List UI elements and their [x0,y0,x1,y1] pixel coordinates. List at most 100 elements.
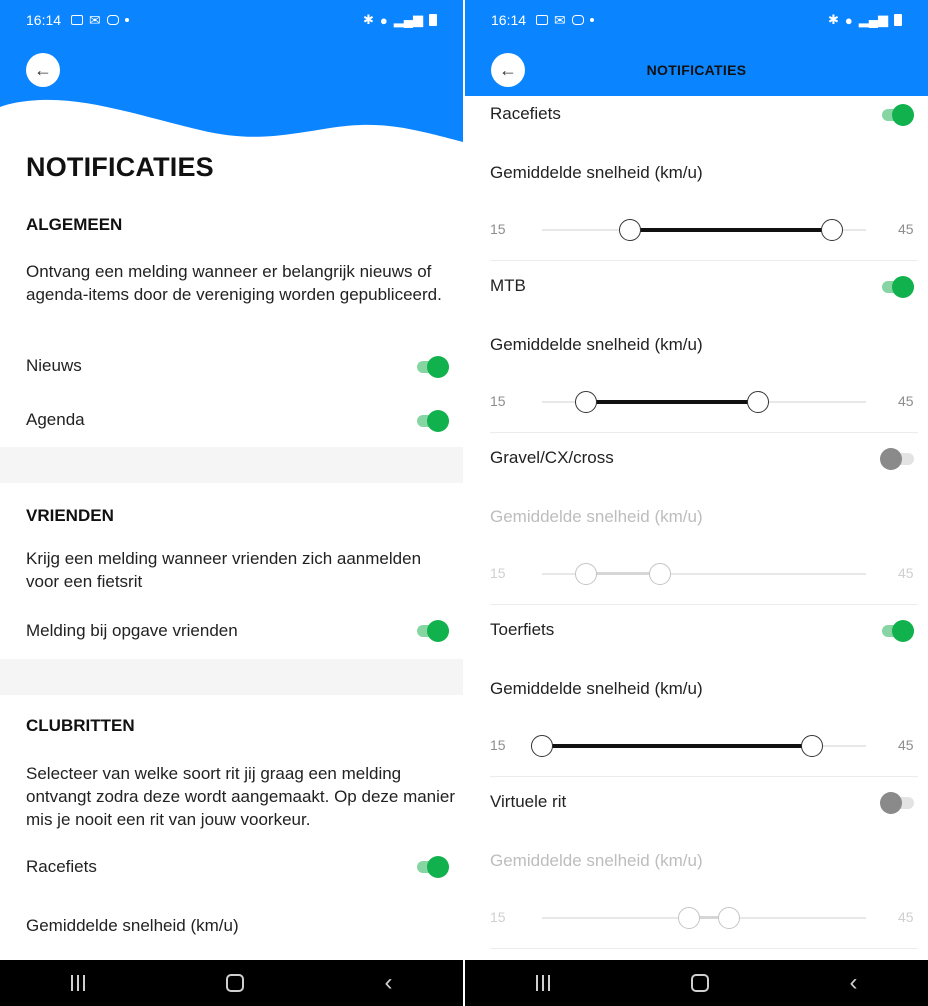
battery-icon [894,14,902,26]
speed-label: Gemiddelde snelheid (km/u) [490,851,703,870]
bluetooth-icon: ✱ [363,12,374,27]
system-back-button[interactable]: ‹ [850,971,858,995]
ride-type-label: Racefiets [490,104,561,123]
status-notification-icons: ✉ [71,12,129,29]
clubritten-description: Selecteer van welke soort rit jij graag … [26,764,456,829]
row-divider [490,260,918,261]
speed-range-slider: 15 45 [465,390,928,414]
recent-apps-button[interactable] [70,975,85,991]
slider-selected-range [630,228,832,232]
speed-label: Gemiddelde snelheid (km/u) [490,679,703,698]
vrienden-melding-toggle[interactable] [415,619,451,643]
slider-min-value: 15 [490,909,506,925]
slider-max-value: 45 [898,393,914,409]
signal-icon: ▂▄▆ [393,12,423,27]
slider-min-value: 15 [490,737,506,753]
slider-max-value: 45 [898,221,914,237]
row-divider [490,432,918,433]
speed-label: Gemiddelde snelheid (km/u) [490,163,703,182]
slider-low-thumb[interactable] [575,391,598,413]
gallery-icon [536,15,549,25]
status-notification-icons: ✉ [536,12,594,29]
more-dot-icon [589,18,594,22]
ride-type-label: Virtuele rit [490,792,567,811]
slider-min-value: 15 [490,221,506,237]
status-bar: 16:14 ✉ ✱ ● ▂▄▆ [465,0,928,40]
status-system-icons: ✱ ● ▂▄▆ [828,12,902,28]
signal-icon: ▂▄▆ [858,12,888,27]
slider-high-thumb[interactable] [648,563,671,585]
notifications-screen-right: 16:14 ✉ ✱ ● ▂▄▆ ← NOTIFICATIES Racefiets… [465,0,928,1006]
toggle-knob [892,104,914,126]
vrienden-melding-label: Melding bij opgave vrienden [26,621,238,640]
mail-icon: ✉ [554,11,566,28]
ride-type-label: Toerfiets [490,620,555,639]
toggle-knob [880,792,902,814]
slider-low-thumb[interactable] [678,907,701,929]
system-nav-bar: ‹ [465,960,928,1006]
section-title-vrienden: VRIENDEN [26,506,114,525]
vrienden-description: Krijg een melding wanneer vrienden zich … [26,549,422,591]
slider-high-thumb[interactable] [800,735,823,757]
slider-low-thumb[interactable] [531,735,553,757]
ride-type-toggle[interactable] [880,447,916,471]
toggle-knob [892,276,914,298]
toggle-knob [427,356,449,378]
row-divider [490,604,918,605]
section-separator [0,659,463,695]
speed-range-slider: 15 45 [465,218,928,242]
slider-selected-range [542,744,812,748]
ride-type-toggle[interactable] [880,791,916,815]
speed-range-slider: 15 45 [465,906,928,930]
racefiets-toggle[interactable] [415,855,451,879]
home-button[interactable] [690,974,709,992]
slider-low-thumb[interactable] [575,563,598,585]
section-title-clubritten: CLUBRITTEN [26,716,135,735]
page-title: NOTIFICATIES [26,152,214,182]
row-divider [490,776,918,777]
system-nav-bar: ‹ [0,960,463,1006]
toggle-knob [880,448,902,470]
racefiets-label: Racefiets [26,857,97,876]
section-title-algemeen: ALGEMEEN [26,215,123,234]
speed-range-slider: 15 45 [465,562,928,586]
row-divider [490,948,918,949]
slider-max-value: 45 [898,909,914,925]
system-back-button[interactable]: ‹ [385,971,393,995]
mail-icon: ✉ [89,11,101,28]
bluetooth-icon: ✱ [828,12,839,27]
slider-high-thumb[interactable] [820,219,843,241]
more-dot-icon [124,18,129,22]
agenda-label: Agenda [26,410,85,429]
ride-type-label: MTB [490,276,526,295]
toggle-knob [427,856,449,878]
toggle-knob [427,410,449,432]
status-time: 16:14 [491,12,527,28]
slider-min-value: 15 [490,565,506,581]
speed-label: Gemiddelde snelheid (km/u) [26,916,239,935]
arrow-left-icon: ← [34,59,52,80]
agenda-toggle[interactable] [415,409,451,433]
location-icon: ● [844,12,853,28]
slider-high-thumb[interactable] [717,907,740,929]
slider-low-thumb[interactable] [619,219,642,241]
toggle-knob [892,620,914,642]
home-button[interactable] [225,974,244,992]
ride-type-toggle[interactable] [880,103,916,127]
algemeen-description: Ontvang een melding wanneer er belangrij… [26,262,442,304]
slider-selected-range [586,400,759,404]
recent-apps-button[interactable] [535,975,550,991]
page-title: NOTIFICATIES [646,62,747,78]
section-separator [0,447,463,483]
toggle-knob [427,620,449,642]
slider-max-value: 45 [898,565,914,581]
back-button[interactable]: ← [26,53,60,87]
battery-icon [429,14,437,26]
slider-high-thumb[interactable] [747,391,770,413]
ride-type-toggle[interactable] [880,275,916,299]
nieuws-label: Nieuws [26,356,82,375]
slider-max-value: 45 [898,737,914,753]
ride-type-toggle[interactable] [880,619,916,643]
gallery-icon [71,15,84,25]
nieuws-toggle[interactable] [415,355,451,379]
